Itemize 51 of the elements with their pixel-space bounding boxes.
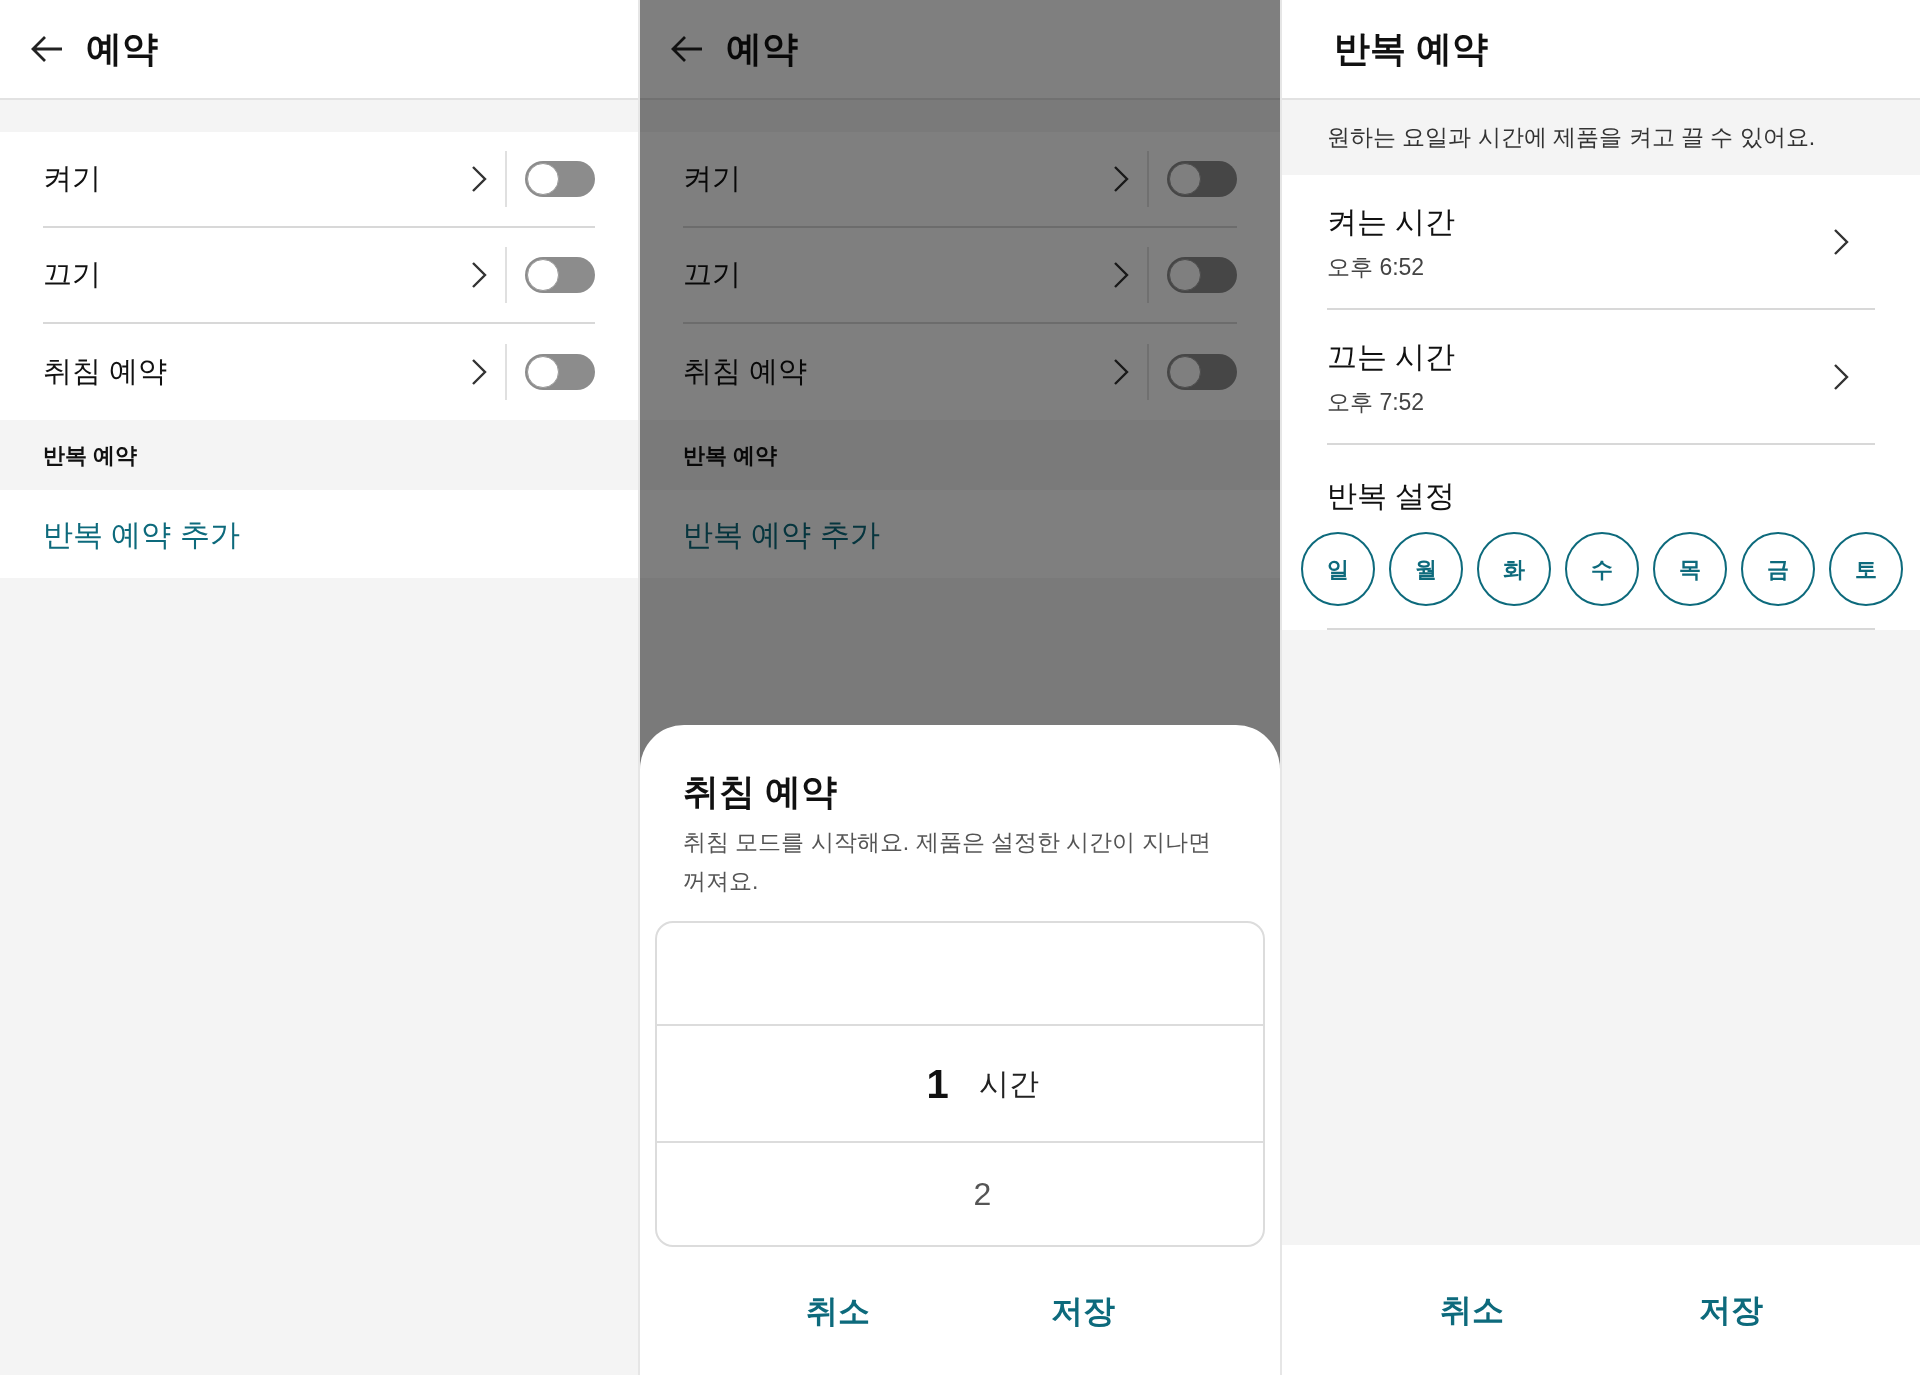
day-toggle[interactable]: 금 bbox=[1741, 532, 1815, 606]
day-toggle[interactable]: 수 bbox=[1565, 532, 1639, 606]
dialog-button[interactable]: 취소 bbox=[1429, 1286, 1514, 1334]
time-label[interactable]: 켜는 시간 bbox=[1327, 198, 1833, 244]
info-text: 원하는 요일과 시간에 제품을 켜고 끌 수 있어요. bbox=[1327, 123, 1816, 153]
chevron-right-icon bbox=[471, 358, 487, 386]
add-repeat-link[interactable]: 반복 예약 추가 bbox=[683, 511, 880, 557]
time-value: 오후 6:52 bbox=[1327, 252, 1426, 282]
chevron-right-icon bbox=[471, 165, 487, 193]
schedule-label[interactable]: 취침 예약 bbox=[683, 350, 1113, 394]
picker-value: 1 bbox=[926, 1060, 949, 1108]
repeat-title: 반복 설정 bbox=[1327, 479, 1456, 512]
schedule-label[interactable]: 켜기 bbox=[43, 157, 471, 201]
chevron-right-icon bbox=[1113, 358, 1129, 386]
section-title: 반복 예약 bbox=[43, 441, 138, 470]
screen-title: 예약 bbox=[726, 27, 798, 71]
dialog-button[interactable]: 취소 bbox=[795, 1287, 880, 1335]
toggle-switch[interactable] bbox=[525, 257, 595, 293]
hour-picker[interactable]: 1 시간 2 bbox=[655, 921, 1265, 1247]
back-arrow-icon[interactable] bbox=[30, 35, 64, 63]
picker-unit: 시간 bbox=[978, 1066, 1039, 1102]
toggle-switch[interactable] bbox=[525, 161, 595, 197]
schedule-label[interactable]: 끄기 bbox=[683, 253, 1113, 297]
day-toggle[interactable]: 화 bbox=[1477, 532, 1551, 606]
chevron-right-icon bbox=[1833, 227, 1849, 256]
section-title: 반복 예약 bbox=[683, 441, 778, 470]
schedule-label[interactable]: 끄기 bbox=[43, 253, 471, 297]
sheet-description: 취침 모드를 시작해요. 제품은 설정한 시간이 지나면 꺼져요. bbox=[683, 828, 1212, 896]
chevron-right-icon bbox=[1113, 165, 1129, 193]
screen-title: 반복 예약 bbox=[1334, 27, 1488, 71]
picker-value: 2 bbox=[973, 1175, 992, 1214]
chevron-right-icon bbox=[471, 261, 487, 289]
add-repeat-link[interactable]: 반복 예약 추가 bbox=[43, 511, 240, 557]
toggle-switch[interactable] bbox=[1167, 354, 1237, 390]
day-toggle[interactable]: 일 bbox=[1301, 532, 1375, 606]
schedule-label[interactable]: 취침 예약 bbox=[43, 350, 471, 394]
dialog-button[interactable]: 저장 bbox=[1040, 1287, 1125, 1335]
toggle-switch[interactable] bbox=[525, 354, 595, 390]
day-toggle[interactable]: 목 bbox=[1653, 532, 1727, 606]
schedule-label[interactable]: 켜기 bbox=[683, 157, 1113, 201]
day-toggle[interactable]: 월 bbox=[1389, 532, 1463, 606]
chevron-right-icon bbox=[1113, 261, 1129, 289]
day-toggle[interactable]: 토 bbox=[1829, 532, 1903, 606]
sheet-title: 취침 예약 bbox=[683, 770, 838, 814]
screen-title: 예약 bbox=[86, 27, 158, 71]
time-value: 오후 7:52 bbox=[1327, 387, 1426, 417]
time-label[interactable]: 끄는 시간 bbox=[1327, 333, 1833, 379]
chevron-right-icon bbox=[1833, 362, 1849, 391]
toggle-switch[interactable] bbox=[1167, 257, 1237, 293]
toggle-switch[interactable] bbox=[1167, 161, 1237, 197]
dialog-button[interactable]: 저장 bbox=[1688, 1286, 1773, 1334]
